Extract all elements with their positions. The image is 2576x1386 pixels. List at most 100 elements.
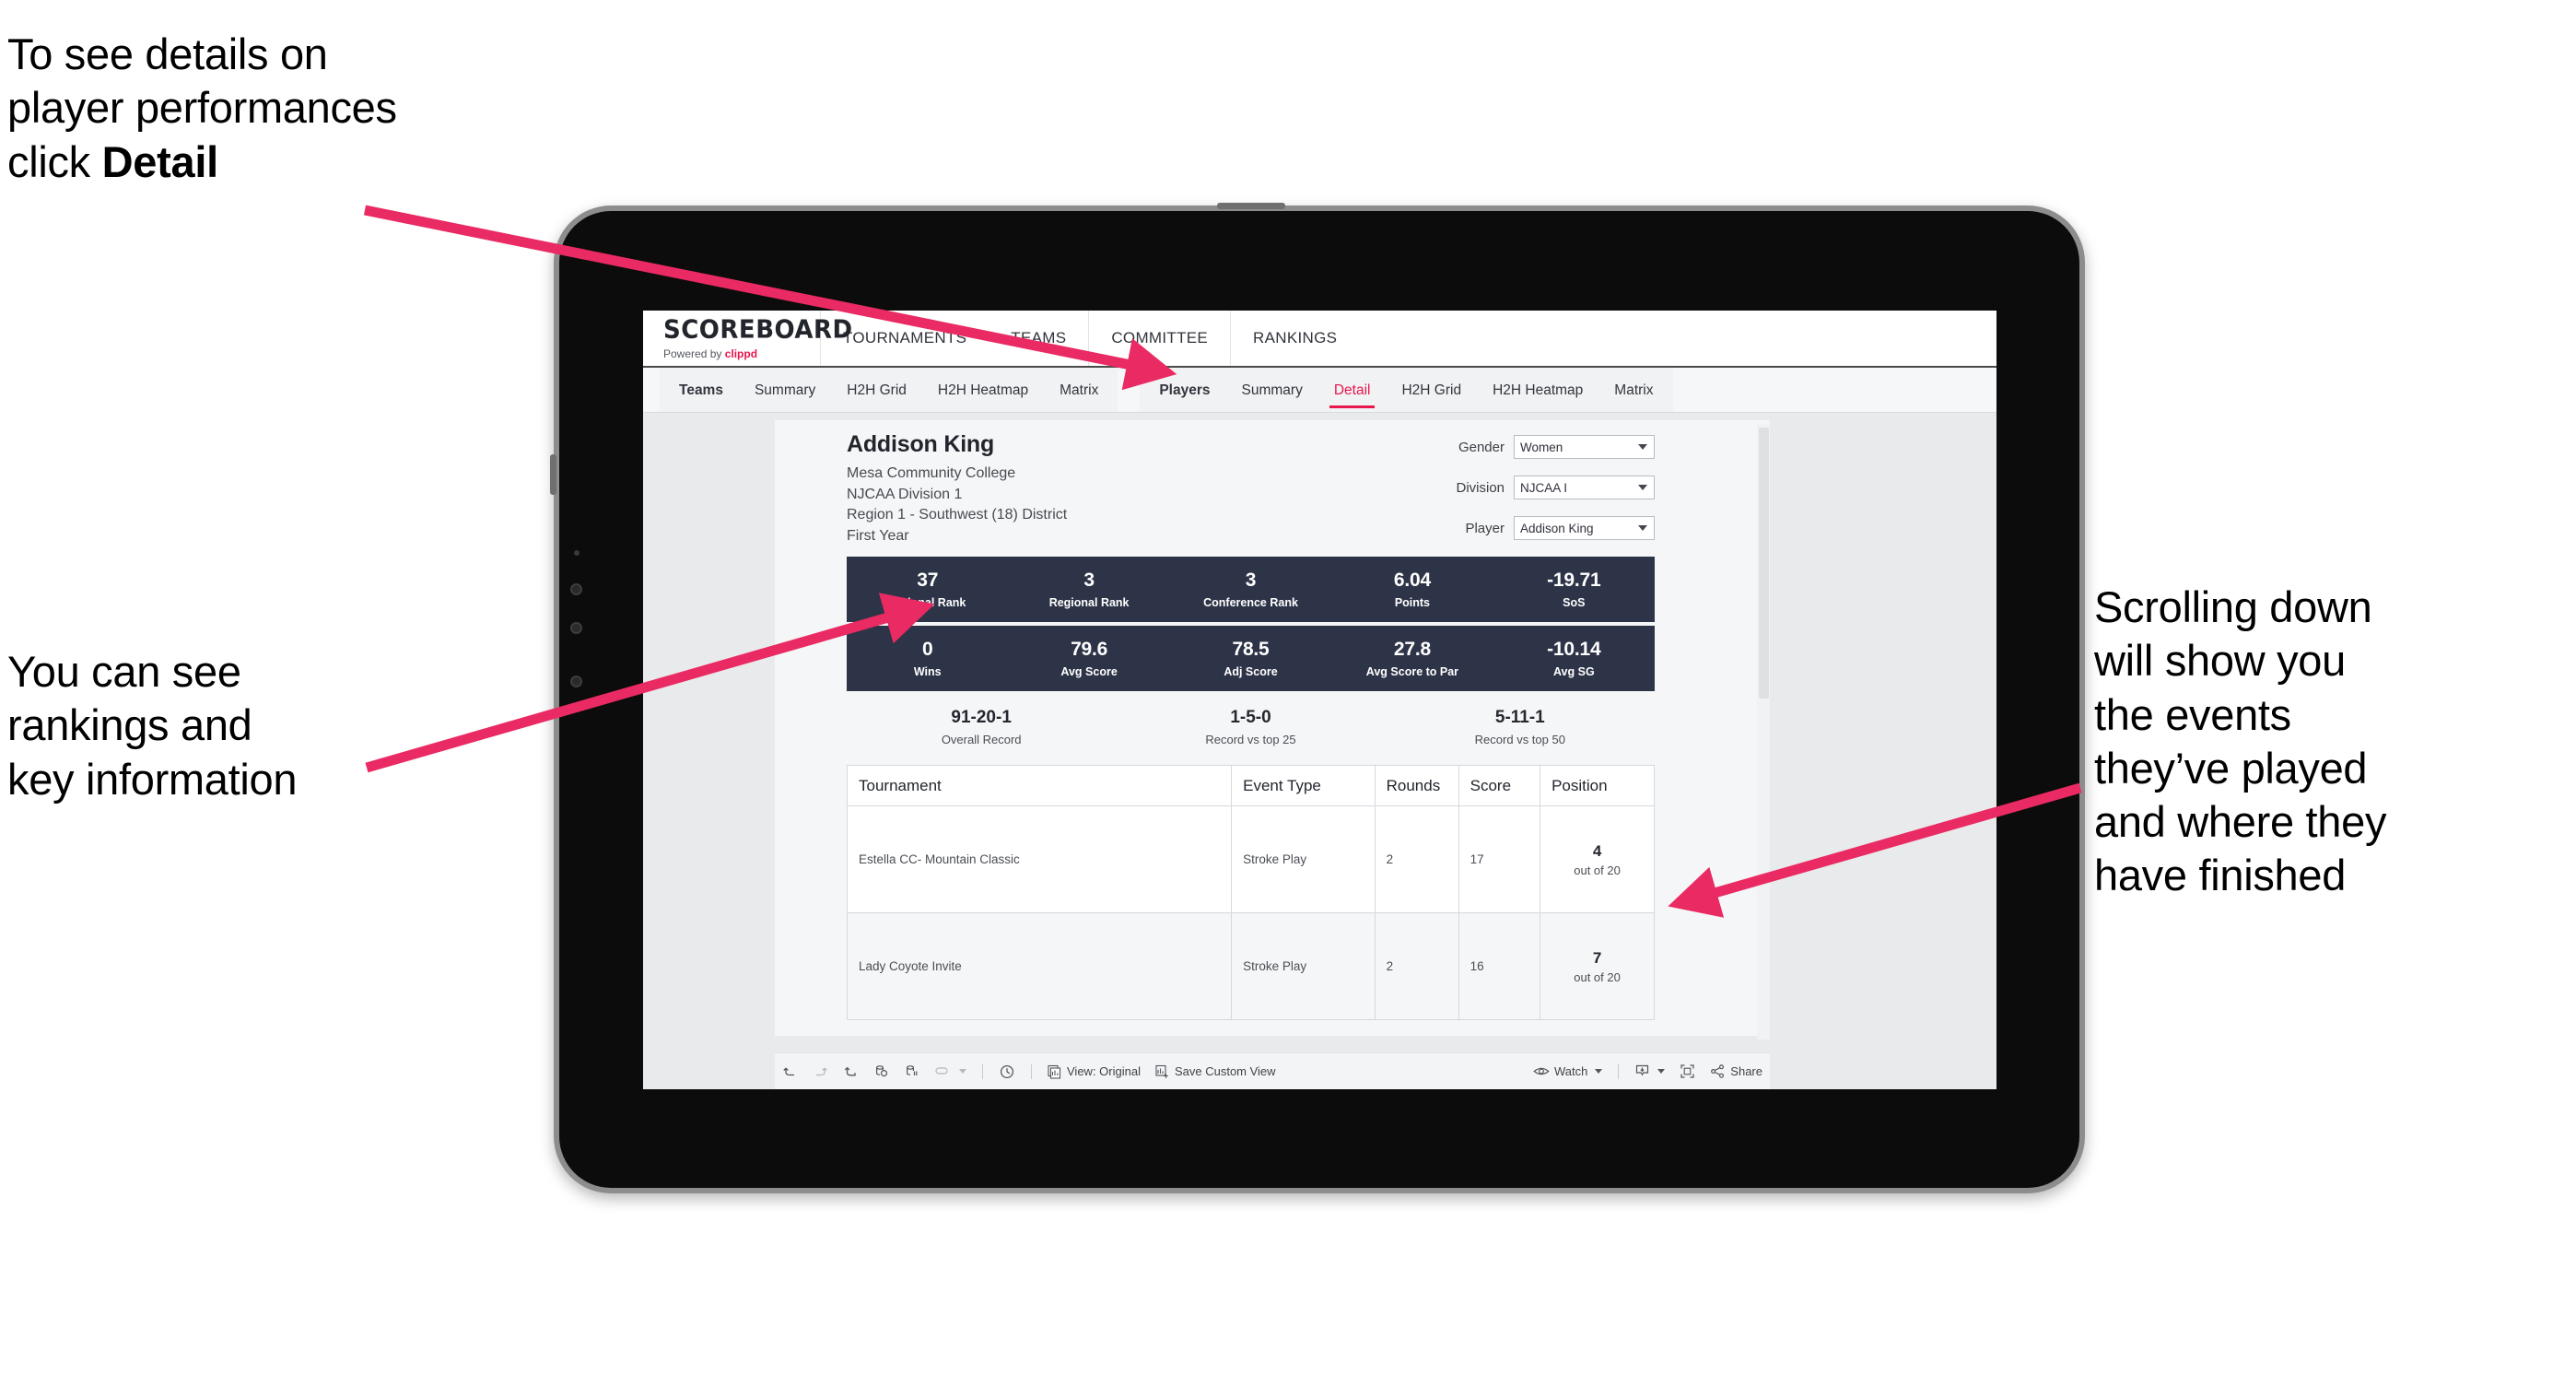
save-custom-view-button[interactable]: Save Custom View [1148,1053,1283,1089]
annotation-line: will show you [2094,636,2346,686]
events-table-body: Estella CC- Mountain Classic Stroke Play… [846,805,1655,1020]
stat-avg-sg: -10.14 Avg SG [1493,639,1655,678]
stat-label: Adj Score [1224,665,1278,678]
tab-players-summary[interactable]: Summary [1226,369,1318,412]
nav-item-teams[interactable]: TEAMS [989,311,1088,366]
filter-division: Division NJCAA I [1456,476,1655,499]
redo-icon [816,1067,827,1076]
filter-gender: Gender Women [1456,435,1655,459]
undo-button[interactable] [775,1053,805,1089]
brand-tagline: Powered by clippd [663,347,820,360]
stat-avg-score: 79.6 Avg Score [1008,639,1169,678]
stat-avg-score-to-par: 27.8 Avg Score to Par [1331,639,1493,678]
app-header: SCOREBOARD Powered by clippd TOURNAMENTS… [643,311,1996,368]
player-identity: Addison King Mesa Community College NJCA… [847,431,1067,557]
tab-teams-h2h-grid[interactable]: H2H Grid [831,369,922,412]
tab-group-teams: Teams Summary H2H Grid H2H Heatmap Matri… [660,368,1118,412]
download-button[interactable] [1627,1053,1672,1089]
primary-nav: TOURNAMENTS TEAMS COMMITTEE RANKINGS [821,311,1359,366]
tab-teams-matrix[interactable]: Matrix [1044,369,1114,412]
cell-tournament: Estella CC- Mountain Classic [846,805,1233,913]
camera-dot-icon [570,622,582,634]
scrollbar-thumb[interactable] [1759,428,1769,699]
player-detail-card: Addison King Mesa Community College NJCA… [846,431,1655,1020]
filter-player-value: Addison King [1520,521,1594,535]
events-table-head: Tournament Event Type Rounds Score Posit… [846,765,1655,806]
record-value: 5-11-1 [1494,708,1545,727]
tab-players-h2h-grid[interactable]: H2H Grid [1386,369,1477,412]
stat-label: National Rank [889,596,966,609]
camera-dot-icon [570,583,582,595]
stat-value: 37 [917,570,939,591]
dashboard-sheet: Addison King Mesa Community College NJCA… [775,420,1770,1040]
stat-label: Points [1394,596,1431,609]
revert-button[interactable] [836,1053,866,1089]
pause-auto-update-button[interactable] [927,1053,974,1089]
player-year: First Year [847,528,909,545]
view-original-button[interactable]: View: Original [1040,1053,1148,1089]
filter-division-label: Division [1456,479,1505,496]
share-icon [1711,1064,1725,1078]
filter-division-value: NJCAA I [1520,480,1568,495]
stat-label: Avg Score [1060,665,1118,678]
position-outof: out of 20 [1574,969,1621,984]
nav-item-committee[interactable]: COMMITTEE [1088,311,1230,366]
fullscreen-button[interactable] [1672,1053,1703,1089]
column-header-event-type[interactable]: Event Type [1231,765,1376,806]
stat-conference-rank: 3 Conference Rank [1170,570,1331,609]
tab-teams-summary[interactable]: Summary [739,369,831,412]
stat-sos: -19.71 SoS [1493,570,1655,609]
tab-teams-h2h-heatmap[interactable]: H2H Heatmap [922,369,1044,412]
annotation-text: click [7,136,102,186]
column-header-tournament[interactable]: Tournament [846,765,1233,806]
view-original-icon [1048,1064,1061,1079]
chevron-down-icon [1638,444,1647,450]
toolbar-divider [1618,1063,1620,1079]
stat-regional-rank: 3 Regional Rank [1008,570,1169,609]
events-table: Tournament Event Type Rounds Score Posit… [846,765,1655,1020]
cell-position: 4 out of 20 [1540,805,1655,913]
tab-teams[interactable]: Teams [663,369,739,412]
annotation-line: they’ve played [2094,743,2368,793]
cell-position: 7 out of 20 [1540,912,1655,1020]
tab-players[interactable]: Players [1143,369,1225,412]
filter-division-select[interactable]: NJCAA I [1514,476,1655,499]
records-row: 91-20-1 Overall Record 1-5-0 Record vs t… [847,691,1655,765]
record-label: Overall Record [941,733,1022,746]
stat-adj-score: 78.5 Adj Score [1170,639,1331,678]
vertical-scrollbar[interactable] [1757,424,1770,1040]
tab-players-matrix[interactable]: Matrix [1598,369,1669,412]
tab-players-h2h-heatmap[interactable]: H2H Heatmap [1477,369,1598,412]
column-header-position[interactable]: Position [1540,765,1655,806]
column-header-rounds[interactable]: Rounds [1374,765,1459,806]
nav-item-rankings[interactable]: RANKINGS [1230,311,1359,366]
watch-button[interactable]: Watch [1526,1053,1610,1089]
stat-label: SoS [1563,596,1586,609]
filter-player-select[interactable]: Addison King [1514,516,1655,540]
player-school: Mesa Community College [847,465,1016,481]
cell-tournament: Lady Coyote Invite [846,912,1233,1020]
pause-data-button[interactable] [896,1053,927,1089]
annotation-line: To see details on [7,29,328,78]
stat-label: Wins [913,665,942,678]
share-button[interactable]: Share [1703,1053,1770,1089]
camera-dot-icon [570,675,582,687]
stat-points: 6.04 Points [1331,570,1493,609]
filter-gender-select[interactable]: Women [1514,435,1655,459]
powered-by-text: Powered by [663,347,725,360]
history-clock-icon [1000,1064,1014,1078]
chevron-down-icon [959,1069,966,1074]
table-row[interactable]: Lady Coyote Invite Stroke Play 2 16 7 ou… [846,912,1655,1020]
refresh-data-icon [875,1065,888,1077]
redo-button[interactable] [805,1053,836,1089]
tab-players-detail[interactable]: Detail [1318,369,1387,412]
history-button[interactable] [991,1053,1023,1089]
table-row[interactable]: Estella CC- Mountain Classic Stroke Play… [846,805,1655,913]
player-division: NJCAA Division 1 [847,486,963,502]
refresh-data-button[interactable] [866,1053,896,1089]
column-header-score[interactable]: Score [1458,765,1541,806]
revert-icon [844,1067,856,1076]
brand-logo[interactable]: SCOREBOARD Powered by clippd [643,311,852,366]
save-custom-view-icon [1155,1064,1168,1078]
annotation-rankings-info: You can see rankings and key information [7,645,597,806]
